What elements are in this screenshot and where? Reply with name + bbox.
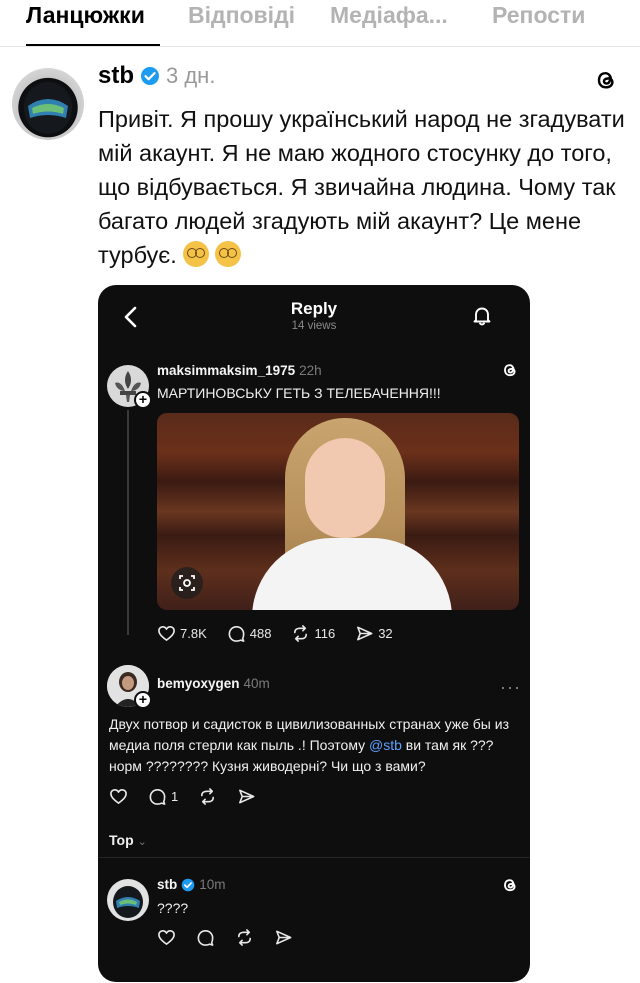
chevron-down-icon: ⌄ — [137, 836, 147, 848]
reply-button[interactable]: 488 — [227, 624, 272, 643]
tab-media[interactable]: Медіафа... — [330, 2, 448, 29]
repost-icon — [201, 788, 215, 805]
post-username[interactable]: stb — [98, 62, 134, 90]
comment-text: ???? — [157, 900, 189, 916]
profile-tabs: Ланцюжки Відповіді Медіафа... Репости — [0, 0, 640, 46]
thread-line — [127, 410, 129, 635]
heart-icon — [158, 626, 175, 641]
share-button[interactable] — [237, 787, 256, 806]
embedded-screenshot: Reply 14 views + maksimmaksim_1975 22h МА… — [98, 285, 530, 982]
bell-icon[interactable] — [470, 304, 494, 328]
divider — [0, 46, 640, 47]
view-count: 14 views — [291, 320, 337, 332]
lens-icon[interactable] — [171, 567, 203, 599]
sort-label: Top — [109, 832, 134, 848]
like-button[interactable]: 7.8K — [157, 624, 207, 643]
photo-subject-face — [305, 438, 385, 538]
comment-photo[interactable] — [157, 413, 519, 610]
like-button[interactable] — [109, 787, 128, 806]
comment-icon — [197, 930, 214, 946]
tab-reposts[interactable]: Репости — [492, 2, 585, 29]
comment-icon — [149, 789, 166, 805]
repost-icon — [294, 625, 308, 642]
reply-count: 1 — [171, 789, 179, 804]
share-button[interactable] — [274, 928, 293, 947]
threads-icon[interactable] — [500, 875, 520, 895]
repost-button[interactable]: 116 — [291, 624, 335, 643]
comment-username[interactable]: maksimmaksim_1975 — [157, 363, 295, 378]
dizzy-face-emoji-icon — [214, 241, 241, 267]
repost-button[interactable] — [235, 928, 254, 947]
share-count: 32 — [378, 626, 393, 641]
comment-icon — [228, 626, 245, 642]
share-icon — [276, 930, 292, 945]
post-time: 3 дн. — [166, 63, 216, 88]
follow-plus-icon[interactable]: + — [134, 691, 152, 709]
comment-author: maksimmaksim_1975 22h — [157, 363, 322, 378]
comment-username[interactable]: stb — [157, 877, 177, 892]
comment-text: Двух потвор и садисток в цивилизованных … — [109, 716, 509, 774]
verified-badge-icon — [181, 878, 195, 891]
more-icon[interactable]: ··· — [500, 677, 521, 698]
share-icon — [239, 789, 255, 804]
comment-author: bemyoxygen 40m — [157, 676, 270, 691]
comment-actions: 1 — [109, 787, 256, 806]
helmet-avatar-image — [113, 886, 143, 918]
reply-button[interactable] — [196, 928, 215, 947]
share-icon — [357, 626, 373, 641]
reply-title: Reply — [290, 299, 338, 318]
threads-icon[interactable] — [500, 360, 520, 380]
repost-button[interactable] — [198, 787, 217, 806]
repost-icon — [237, 929, 252, 946]
verified-badge-icon — [141, 67, 159, 85]
tab-replies[interactable]: Відповіді — [188, 2, 295, 29]
follow-plus-icon[interactable]: + — [134, 391, 152, 409]
comment-time: 40m — [243, 676, 270, 691]
heart-icon — [110, 789, 127, 804]
reply-count: 488 — [249, 626, 272, 641]
post-header: stb 3 дн. — [98, 62, 215, 90]
post-body: Привіт. Я прошу український народ не зга… — [98, 102, 628, 272]
photo-subject-blouse — [252, 538, 452, 610]
like-button[interactable] — [157, 928, 176, 947]
helmet-avatar-image — [24, 82, 72, 134]
comment-time: 22h — [299, 363, 322, 378]
divider — [98, 857, 530, 858]
heart-icon — [158, 930, 175, 945]
dizzy-face-emoji-icon — [182, 241, 209, 267]
comment-time: 10m — [199, 877, 226, 892]
comment-text: МАРТИНОВСЬКУ ГЕТЬ З ТЕЛЕБАЧЕННЯ!!! — [157, 385, 441, 401]
comment-author: stb 10m — [157, 877, 226, 892]
threads-icon[interactable] — [592, 66, 620, 94]
avatar[interactable] — [12, 68, 84, 140]
share-button[interactable]: 32 — [355, 624, 393, 643]
tab-threads[interactable]: Ланцюжки — [26, 2, 145, 29]
post-text: Привіт. Я прошу український народ не зга… — [98, 106, 625, 268]
avatar[interactable] — [107, 879, 149, 921]
mention-link[interactable]: @stb — [369, 737, 402, 753]
repost-count: 116 — [314, 626, 336, 641]
sort-dropdown[interactable]: Top ⌄ — [109, 832, 147, 848]
comment-actions: 7.8K 488 116 32 — [157, 624, 393, 643]
reply-button[interactable]: 1 — [148, 787, 178, 806]
like-count: 7.8K — [180, 626, 207, 641]
comment-username[interactable]: bemyoxygen — [157, 676, 240, 691]
comment-actions — [157, 928, 293, 947]
